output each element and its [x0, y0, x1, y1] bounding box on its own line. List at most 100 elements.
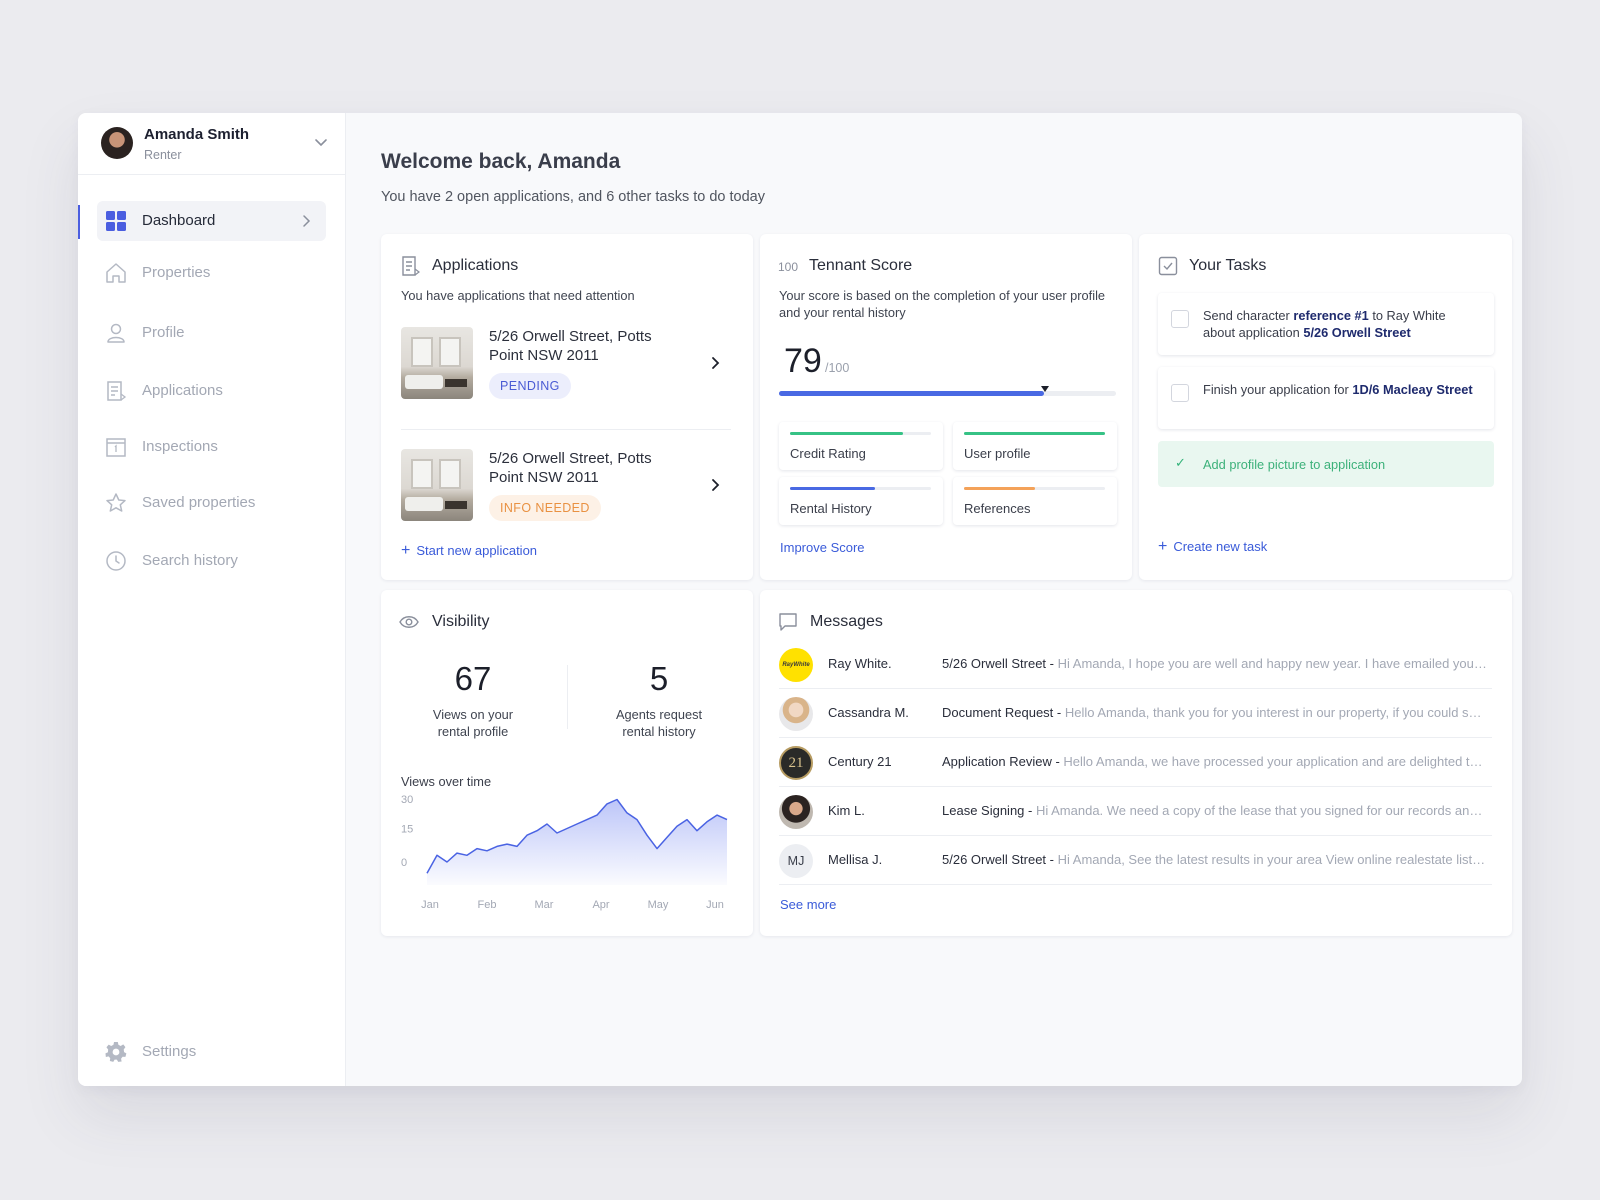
application-item[interactable]: 5/26 Orwell Street, Potts Point NSW 2011…	[401, 327, 733, 417]
sidebar-item-dashboard[interactable]: Dashboard	[97, 201, 326, 241]
start-new-application-link[interactable]: + Start new application	[401, 542, 538, 559]
create-new-task-link[interactable]: + Create new task	[1158, 539, 1268, 555]
factor-progress-fill	[790, 487, 875, 490]
see-more-link[interactable]: See more	[780, 897, 836, 912]
message-preview: 5/26 Orwell Street - Hi Amanda, I hope y…	[942, 656, 1487, 671]
avatar	[779, 795, 813, 829]
star-icon	[106, 493, 126, 512]
user-switcher[interactable]: Amanda Smith Renter	[78, 113, 346, 175]
sidebar-item-label: Profile	[142, 324, 185, 341]
score-title: Tennant Score	[809, 257, 913, 274]
chevron-right-icon	[712, 479, 720, 491]
message-row[interactable]: 21 Century 21 Application Review - Hello…	[779, 738, 1492, 787]
factor-label: User profile	[964, 446, 1031, 461]
task-text: Finish your application for 1D/6 Macleay…	[1203, 382, 1473, 397]
task-item-completed[interactable]: ✓ Add profile picture to application	[1158, 441, 1494, 487]
message-preview: Document Request - Hello Amanda, thank y…	[942, 705, 1487, 720]
x-tick-label: Apr	[592, 899, 609, 911]
task-checkbox[interactable]	[1171, 384, 1189, 402]
message-row[interactable]: Cassandra M. Document Request - Hello Am…	[779, 689, 1492, 738]
application-address: 5/26 Orwell Street, Potts Point NSW 2011	[489, 450, 652, 486]
document-icon	[402, 256, 420, 276]
sidebar-item-saved-properties[interactable]: Saved properties	[97, 483, 326, 523]
sidebar-item-label: Properties	[142, 264, 211, 281]
score-icon: 100	[778, 260, 799, 274]
user-name: Amanda Smith	[144, 126, 250, 143]
x-tick-label: May	[648, 899, 669, 911]
task-text: Add profile picture to application	[1203, 457, 1386, 472]
task-text: Send character reference #1 to Ray White…	[1203, 308, 1446, 340]
score-max: /100	[825, 361, 850, 375]
factor-progress-fill	[790, 432, 903, 435]
score-factor-credit-rating[interactable]: Credit Rating	[779, 422, 943, 470]
main-content: Welcome back, Amanda You have 2 open app…	[346, 113, 1522, 1086]
messages-card: Messages RayWhite Ray White. 5/26 Orwell…	[760, 590, 1512, 936]
applications-card: Applications You have applications that …	[381, 234, 753, 580]
agent-requests-value: 5	[649, 660, 669, 697]
page-title: Welcome back, Amanda	[381, 150, 621, 173]
profile-views-label: Views on your rental profile	[432, 707, 514, 739]
message-preview: Lease Signing - Hi Amanda. We need a cop…	[942, 803, 1487, 818]
score-factor-references[interactable]: References	[953, 477, 1117, 525]
gear-icon	[105, 1041, 127, 1062]
message-preview: 5/26 Orwell Street - Hi Amanda, See the …	[942, 852, 1487, 867]
task-checkbox[interactable]	[1171, 310, 1189, 328]
x-tick-label: Feb	[478, 899, 497, 911]
sidebar-item-label: Search history	[142, 552, 238, 569]
sidebar-item-applications[interactable]: Applications	[97, 371, 326, 411]
application-item[interactable]: 5/26 Orwell Street, Potts Point NSW 2011…	[401, 449, 733, 539]
property-thumbnail	[401, 449, 473, 521]
sidebar-item-settings[interactable]: Settings	[97, 1032, 326, 1072]
score-progress-fill	[779, 391, 1045, 396]
factor-label: Credit Rating	[790, 446, 866, 461]
sidebar-item-label: Saved properties	[142, 494, 256, 511]
score-value: 79	[784, 342, 822, 380]
factor-label: References	[964, 501, 1031, 516]
views-area	[427, 799, 727, 885]
message-row[interactable]: MJ Mellisa J. 5/26 Orwell Street - Hi Am…	[779, 836, 1492, 885]
link-label: Create new task	[1173, 539, 1268, 554]
profile-views-value: 67	[454, 660, 492, 697]
message-sender: Century 21	[828, 754, 892, 769]
sidebar-item-profile[interactable]: Profile	[97, 313, 326, 353]
task-item[interactable]: Send character reference #1 to Ray White…	[1158, 293, 1494, 355]
improve-score-link[interactable]: Improve Score	[780, 540, 865, 555]
app-window: Amanda Smith Renter Dashboard Properties…	[78, 113, 1522, 1086]
task-item[interactable]: Finish your application for 1D/6 Macleay…	[1158, 367, 1494, 429]
settings-label: Settings	[142, 1043, 197, 1060]
message-sender: Kim L.	[828, 803, 865, 818]
century-21-logo: 21	[779, 746, 813, 780]
visibility-card: Visibility 67 Views on your rental profi…	[381, 590, 753, 936]
factor-label: Rental History	[790, 501, 872, 516]
messages-title: Messages	[810, 613, 883, 630]
chart-title: Views over time	[401, 774, 492, 789]
document-icon	[107, 381, 127, 401]
message-preview: Application Review - Hello Amanda, we ha…	[942, 754, 1487, 769]
x-tick-label: Jan	[421, 899, 439, 911]
message-row[interactable]: RayWhite Ray White. 5/26 Orwell Street -…	[779, 640, 1492, 689]
link-label: Start new application	[416, 543, 538, 558]
plus-icon: +	[401, 542, 411, 559]
status-badge: INFO NEEDED	[489, 495, 601, 521]
sidebar-item-inspections[interactable]: Inspections	[97, 427, 326, 467]
message-row[interactable]: Kim L. Lease Signing - Hi Amanda. We nee…	[779, 787, 1492, 836]
avatar	[101, 127, 133, 159]
tasks-title: Your Tasks	[1189, 257, 1267, 274]
x-tick-label: Mar	[535, 899, 554, 911]
sidebar-item-search-history[interactable]: Search history	[97, 541, 326, 581]
factor-progress-bar	[790, 487, 931, 490]
active-nav-indicator	[78, 205, 80, 239]
calendar-icon	[106, 438, 126, 457]
chevron-down-icon[interactable]	[312, 133, 330, 151]
score-factor-rental-history[interactable]: Rental History	[779, 477, 943, 525]
initials-avatar: MJ	[779, 844, 813, 878]
score-factor-user-profile[interactable]: User profile	[953, 422, 1117, 470]
stat-divider	[567, 665, 568, 729]
message-sender: Mellisa J.	[828, 852, 883, 867]
sidebar-item-properties[interactable]: Properties	[97, 253, 326, 293]
checkbox-icon	[1158, 256, 1178, 276]
grid-icon	[106, 211, 126, 231]
y-tick-label: 0	[401, 857, 407, 869]
user-role: Renter	[144, 148, 182, 162]
divider	[401, 429, 731, 430]
